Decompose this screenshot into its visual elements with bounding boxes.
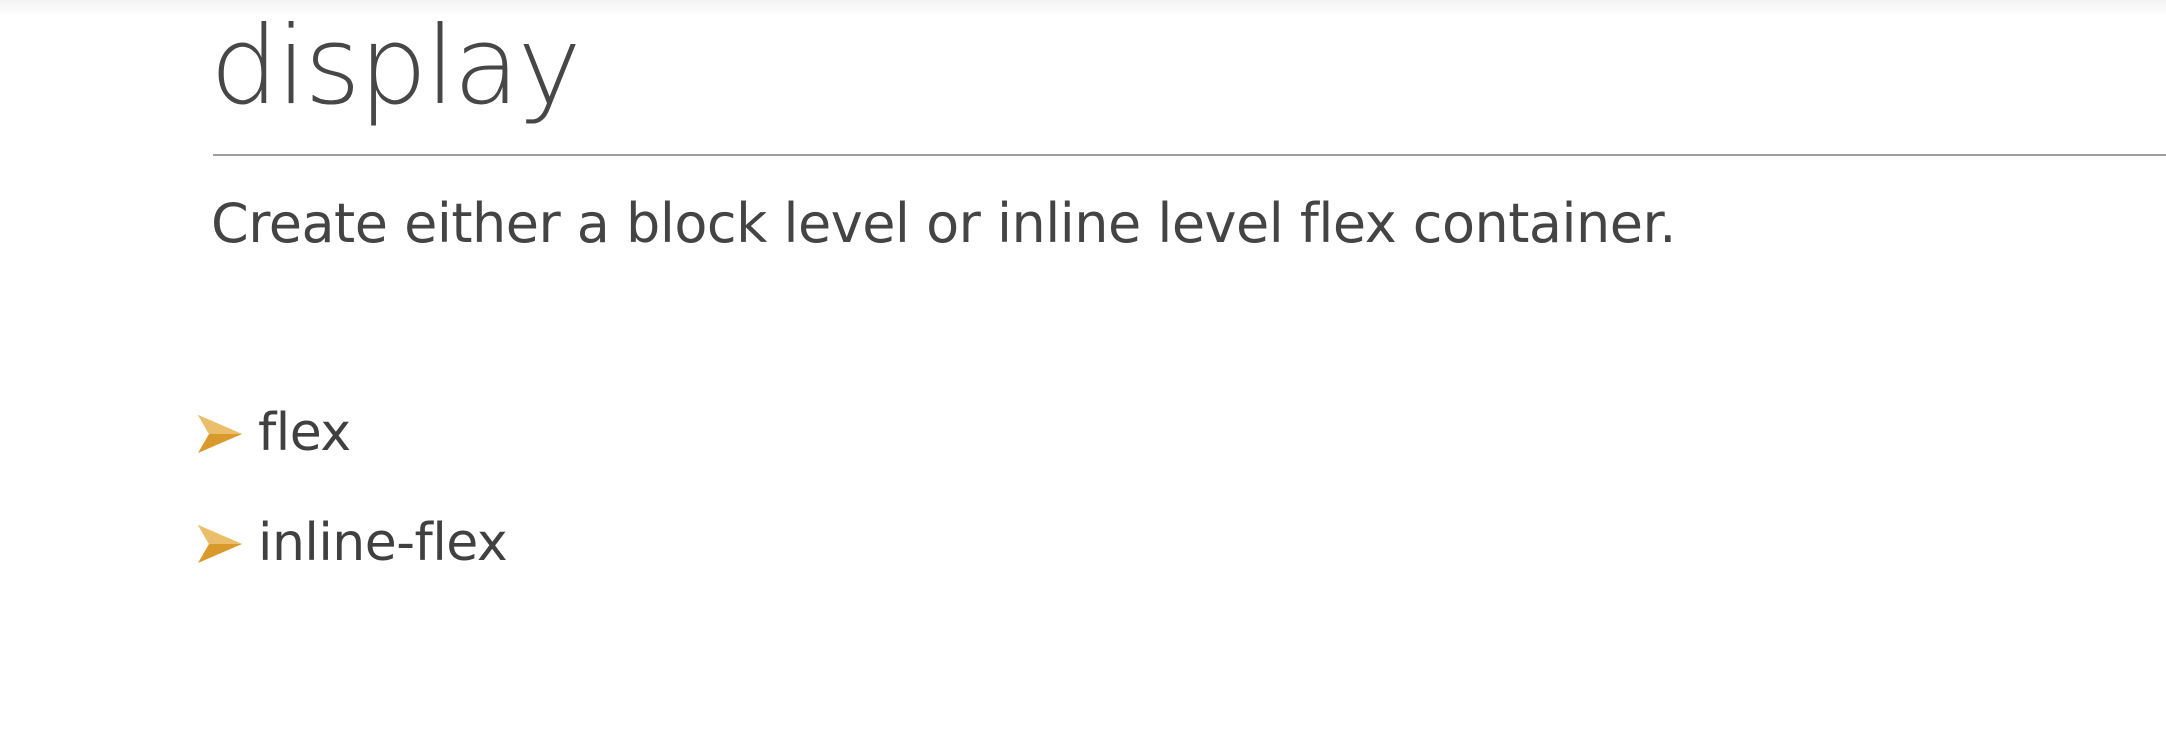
- bullet-label: flex: [258, 403, 351, 463]
- slide-subtitle: Create either a block level or inline le…: [211, 192, 1676, 255]
- arrowhead-bullet-icon: [196, 515, 246, 571]
- bullet-item-flex: flex: [196, 405, 507, 461]
- arrowhead-bullet-icon: [196, 405, 246, 461]
- bullet-list: flex inline-flex: [196, 405, 508, 625]
- title-divider: [213, 154, 2166, 156]
- bullet-label: inline-flex: [258, 513, 508, 573]
- slide-title: display: [210, 4, 581, 129]
- bullet-item-inline-flex: inline-flex: [196, 513, 508, 573]
